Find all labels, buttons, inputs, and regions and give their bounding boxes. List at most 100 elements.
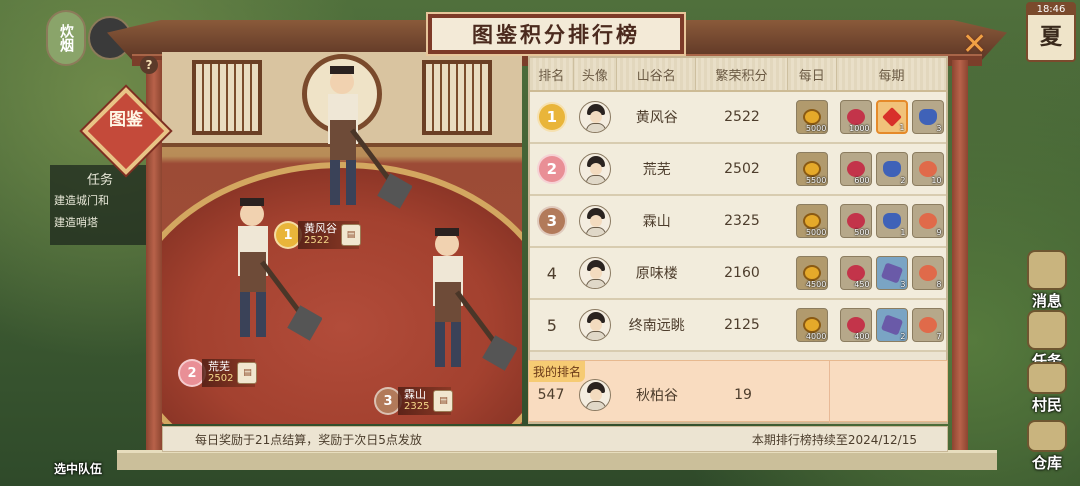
scene-window <box>422 60 492 135</box>
reward-count: 8 <box>936 280 942 289</box>
right-pillar <box>952 60 968 450</box>
frame-base <box>117 450 997 470</box>
fruit-reward-icon[interactable]: 1000 <box>839 100 872 134</box>
podium-tag-second[interactable]: 2 荒芜 2502 ▤ <box>178 358 258 388</box>
peach-reward-icon[interactable]: 9 <box>911 204 944 238</box>
clock-season-panel[interactable]: 18:46 夏 <box>1026 2 1076 62</box>
podium-score: 2325 <box>404 401 430 412</box>
table-body: 1 黄风谷 2522 5000 1000 1 3 2 荒芜 2502 5500 600 2 10 3 霖山 23… <box>530 92 946 352</box>
season-end-note: 本期排行榜持续至2024/12/15 <box>751 432 917 447</box>
messages-button[interactable]: 消息 <box>1022 250 1072 311</box>
reward-count: 7 <box>936 332 942 341</box>
card-icon[interactable]: ▤ <box>433 390 454 412</box>
fruit-reward-icon[interactable]: 600 <box>839 152 872 186</box>
rank-cell: 3 <box>530 196 574 246</box>
podium-score: 2502 <box>208 373 234 384</box>
valley-name: 霖山 <box>642 214 671 230</box>
atlas-badge-label: 图鉴 <box>109 110 143 130</box>
scene-window <box>192 60 262 135</box>
col-rank: 排名 <box>530 58 574 90</box>
bag-reward-icon[interactable]: 1 <box>875 204 908 238</box>
peach-reward-icon[interactable]: 8 <box>911 256 944 290</box>
avatar <box>574 196 618 246</box>
daily-reward: 5500 <box>788 144 838 194</box>
bag-reward-icon[interactable]: 3 <box>911 100 944 134</box>
coin-reward-icon[interactable]: 4000 <box>796 308 829 342</box>
coin-reward-icon[interactable]: 5000 <box>796 204 829 238</box>
fruit-reward-icon[interactable]: 450 <box>839 256 872 290</box>
podium-name: 霖山 <box>404 388 426 401</box>
warehouse-button[interactable]: 仓库 <box>1022 420 1072 473</box>
coin-reward-icon[interactable]: 4500 <box>796 256 829 290</box>
table-row[interactable]: 1 黄风谷 2522 5000 1000 1 3 <box>530 92 946 144</box>
peach-reward-icon[interactable]: 7 <box>911 308 944 342</box>
period-rewards: 400 2 7 <box>837 300 946 350</box>
rank-number: 4 <box>546 263 557 283</box>
reward-count: 5000 <box>805 124 827 133</box>
coin-reward-icon[interactable]: 5500 <box>796 152 829 186</box>
table-row[interactable]: 2 荒芜 2502 5500 600 2 10 <box>530 144 946 196</box>
reward-count: 4500 <box>805 280 827 289</box>
card-icon[interactable]: ▤ <box>341 224 361 246</box>
period-rewards: 450 3 8 <box>837 248 946 298</box>
cooking-smoke-button[interactable]: 炊烟 <box>46 10 86 66</box>
ore-reward-icon[interactable]: 3 <box>875 256 908 290</box>
reward-count: 3 <box>900 280 906 289</box>
reward-count: 9 <box>936 228 942 237</box>
valley-name: 原味楼 <box>635 266 678 282</box>
ore-reward-icon[interactable]: 2 <box>875 308 908 342</box>
reward-count: 600 <box>854 176 870 185</box>
col-daily-reward: 每日 <box>788 58 838 90</box>
bag-reward-icon[interactable]: 2 <box>875 152 908 186</box>
warehouse-label: 仓库 <box>1031 454 1062 472</box>
col-period-reward: 每期 <box>878 68 905 84</box>
reward-count: 4000 <box>805 332 827 341</box>
gem-reward-icon[interactable]: 1 <box>875 100 908 134</box>
rank-cell: 1 <box>530 92 574 142</box>
rank-medal-icon: 1 <box>536 102 567 132</box>
table-row[interactable]: 4 原味楼 2160 4500 450 3 8 <box>530 248 946 300</box>
avatar <box>574 144 618 194</box>
col-avatar: 头像 <box>574 58 618 90</box>
avatar <box>574 92 618 142</box>
help-button[interactable]: ? <box>140 56 158 74</box>
fruit-reward-icon[interactable]: 400 <box>839 308 872 342</box>
my-rank-row[interactable]: 我的排名 547 秋柏谷 19 <box>528 360 948 423</box>
podium-tag-third[interactable]: 3 霖山 2325 ▤ <box>374 386 454 416</box>
reward-count: 1 <box>899 123 905 132</box>
coin-reward-icon[interactable]: 5000 <box>796 100 829 134</box>
modal-title: 图鉴积分排行榜 <box>428 14 684 54</box>
reward-count: 1000 <box>849 124 870 133</box>
select-team-button[interactable]: 选中队伍 <box>54 460 102 477</box>
prosperity-score: 2160 <box>724 265 760 281</box>
avatar <box>574 300 618 350</box>
reward-count: 450 <box>854 280 870 289</box>
period-rewards: 600 2 10 <box>837 144 946 194</box>
rank-cell: 4 <box>530 248 574 298</box>
podium-tag-first[interactable]: 1 黄风谷 2522 ▤ <box>274 220 361 250</box>
message-icon <box>1027 250 1067 290</box>
reward-count: 2 <box>900 176 906 185</box>
table-row[interactable]: 3 霖山 2325 5000 500 1 9 <box>530 196 946 248</box>
avatar <box>574 248 618 298</box>
rank-cell: 5 <box>530 300 574 350</box>
my-rank-tag: 我的排名 <box>529 361 586 382</box>
rank-cell: 2 <box>530 144 574 194</box>
villagers-button[interactable]: 村民 <box>1022 362 1072 415</box>
daily-reward: 5000 <box>788 92 838 142</box>
peach-reward-icon[interactable]: 10 <box>911 152 944 186</box>
daily-reward: 5000 <box>788 196 838 246</box>
daily-reward: 4000 <box>788 300 838 350</box>
valley-name: 荒芜 <box>642 162 671 178</box>
podium-name: 黄风谷 <box>304 222 337 235</box>
close-button[interactable]: ✕ <box>962 30 987 60</box>
card-icon[interactable]: ▤ <box>237 362 258 384</box>
villagers-label: 村民 <box>1031 396 1062 414</box>
clock-time: 18:46 <box>1028 4 1074 15</box>
table-row[interactable]: 5 终南远眺 2125 4000 400 2 7 <box>530 300 946 352</box>
prosperity-score: 2125 <box>724 317 760 333</box>
rank-medal-icon: 2 <box>536 154 567 184</box>
podium-scene: 1 黄风谷 2522 ▤ 2 荒芜 2502 ▤ 3 霖山 2325 ▤ <box>162 52 522 424</box>
messages-label: 消息 <box>1031 292 1062 310</box>
fruit-reward-icon[interactable]: 500 <box>839 204 872 238</box>
